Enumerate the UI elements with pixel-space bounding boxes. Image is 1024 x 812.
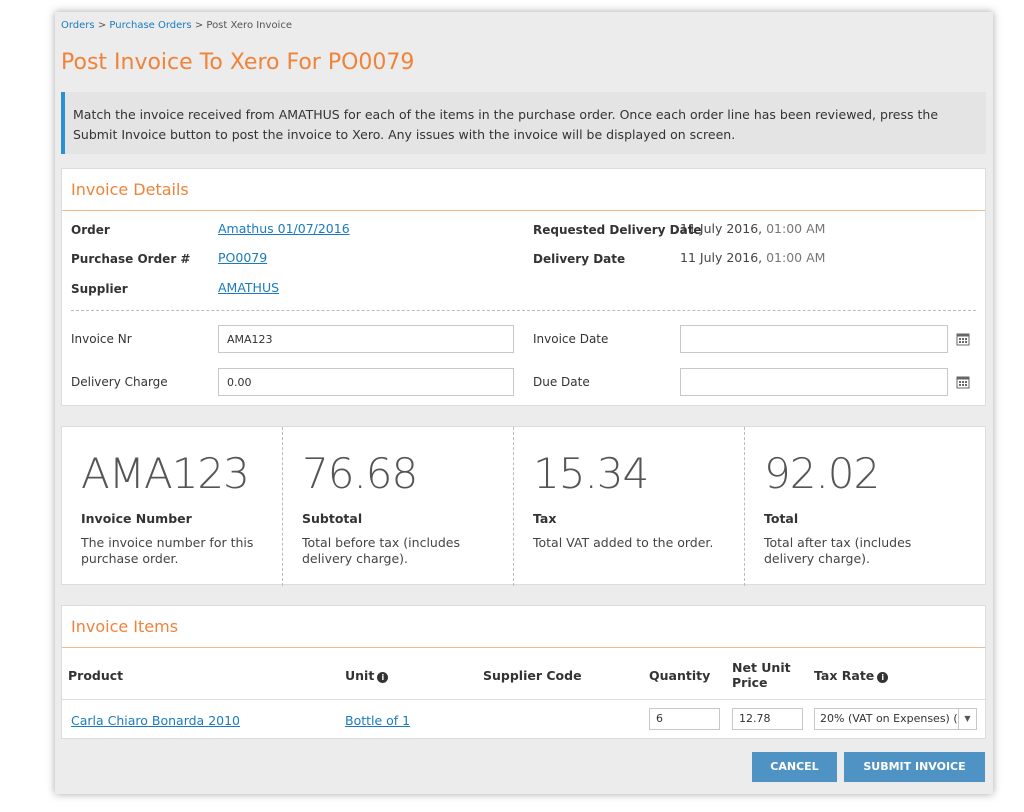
invoice-nr-input[interactable] bbox=[218, 325, 514, 353]
row-product-link[interactable]: Carla Chiaro Bonarda 2010 bbox=[71, 713, 240, 728]
requested-delivery-date-value: 11 July 2016, 01:00 AM bbox=[680, 221, 825, 236]
delivery-date: 11 July 2016, bbox=[680, 250, 763, 265]
row-unit-link[interactable]: Bottle of 1 bbox=[345, 713, 410, 728]
invoice-items-title: Invoice Items bbox=[62, 606, 985, 648]
tax-rate-select[interactable]: 20% (VAT on Expenses) (20 ▼ bbox=[814, 708, 977, 730]
summary-description: Total VAT added to the order. bbox=[533, 535, 714, 550]
due-date-input[interactable] bbox=[680, 368, 948, 396]
summary-value: 15.34 bbox=[533, 449, 649, 498]
breadcrumb-purchase-orders[interactable]: Purchase Orders bbox=[109, 20, 191, 31]
cancel-button[interactable]: Cancel bbox=[752, 752, 837, 782]
submit-invoice-button[interactable]: Submit Invoice bbox=[844, 752, 985, 782]
breadcrumb: Orders > Purchase Orders > Post Xero Inv… bbox=[61, 20, 292, 31]
requested-time: 01:00 AM bbox=[766, 221, 826, 236]
delivery-date-label: Delivery Date bbox=[533, 252, 626, 266]
table-header-divider bbox=[62, 699, 985, 700]
purchase-order-label: Purchase Order # bbox=[71, 252, 191, 266]
calendar-icon[interactable] bbox=[956, 375, 970, 389]
summary-value: AMA123 bbox=[81, 449, 250, 498]
breadcrumb-current: Post Xero Invoice bbox=[206, 20, 292, 31]
summary-label: Invoice Number bbox=[81, 511, 192, 526]
order-link[interactable]: Amathus 01/07/2016 bbox=[218, 221, 350, 236]
due-date-label: Due Date bbox=[533, 375, 590, 389]
delivery-date-value: 11 July 2016, 01:00 AM bbox=[680, 250, 825, 265]
details-divider bbox=[71, 310, 976, 311]
purchase-order-link[interactable]: PO0079 bbox=[218, 250, 267, 265]
breadcrumb-separator: > bbox=[194, 20, 204, 31]
summary-total: 92.02 Total Total after tax (includes de… bbox=[744, 427, 975, 586]
invoice-date-input[interactable] bbox=[680, 325, 948, 353]
page-title: Post Invoice To Xero For PO0079 bbox=[61, 50, 415, 75]
column-unit-label: Unit bbox=[345, 668, 375, 683]
summary-label: Total bbox=[764, 511, 799, 526]
column-tax-rate-label: Tax Rate bbox=[814, 668, 875, 683]
summary-subtotal: 76.68 Subtotal Total before tax (include… bbox=[282, 427, 513, 586]
invoice-summary-panel: AMA123 Invoice Number The invoice number… bbox=[61, 426, 986, 586]
invoice-details-title: Invoice Details bbox=[62, 169, 985, 211]
summary-label: Subtotal bbox=[302, 511, 363, 526]
delivery-charge-label: Delivery Charge bbox=[71, 375, 168, 389]
info-icon[interactable]: i bbox=[877, 672, 889, 683]
column-supplier-code[interactable]: Supplier Code bbox=[483, 668, 582, 683]
supplier-label: Supplier bbox=[71, 282, 128, 296]
net-unit-price-input[interactable]: 12.78 bbox=[732, 708, 803, 730]
summary-label: Tax bbox=[533, 511, 557, 526]
invoice-date-label: Invoice Date bbox=[533, 332, 609, 346]
column-product[interactable]: Product bbox=[68, 668, 123, 683]
summary-value: 76.68 bbox=[302, 449, 418, 498]
calendar-icon[interactable] bbox=[956, 332, 970, 346]
tax-rate-selected: 20% (VAT on Expenses) (20 bbox=[820, 712, 972, 725]
requested-date: 11 July 2016, bbox=[680, 221, 763, 236]
invoice-items-panel: Invoice Items Product Unit i Supplier Cod… bbox=[61, 605, 986, 739]
breadcrumb-separator: > bbox=[97, 20, 107, 31]
summary-tax: 15.34 Tax Total VAT added to the order. bbox=[513, 427, 744, 586]
info-icon[interactable]: i bbox=[377, 672, 389, 683]
column-net-unit-price[interactable]: Net Unit Price bbox=[732, 660, 792, 690]
invoice-details-panel: Invoice Details Order Amathus 01/07/2016… bbox=[61, 168, 986, 406]
order-label: Order bbox=[71, 223, 110, 237]
requested-delivery-date-label: Requested Delivery Date bbox=[533, 223, 702, 237]
summary-invoice-number: AMA123 Invoice Number The invoice number… bbox=[62, 427, 293, 586]
chevron-down-icon[interactable]: ▼ bbox=[958, 709, 976, 729]
summary-description: Total after tax (includes delivery charg… bbox=[764, 535, 912, 566]
supplier-link[interactable]: AMATHUS bbox=[218, 280, 279, 295]
column-unit[interactable]: Unit i bbox=[345, 668, 389, 683]
breadcrumb-orders[interactable]: Orders bbox=[61, 20, 95, 31]
quantity-input[interactable]: 6 bbox=[649, 708, 720, 730]
column-quantity[interactable]: Quantity bbox=[649, 668, 710, 683]
summary-value: 92.02 bbox=[764, 449, 880, 498]
app-window: Orders > Purchase Orders > Post Xero Inv… bbox=[55, 12, 993, 794]
delivery-time: 01:00 AM bbox=[766, 250, 826, 265]
delivery-charge-input[interactable] bbox=[218, 368, 514, 396]
column-tax-rate[interactable]: Tax Rate i bbox=[814, 668, 889, 683]
intro-message: Match the invoice received from AMATHUS … bbox=[61, 92, 986, 154]
summary-description: The invoice number for this purchase ord… bbox=[81, 535, 254, 566]
summary-description: Total before tax (includes delivery char… bbox=[302, 535, 460, 566]
invoice-nr-label: Invoice Nr bbox=[71, 332, 132, 346]
